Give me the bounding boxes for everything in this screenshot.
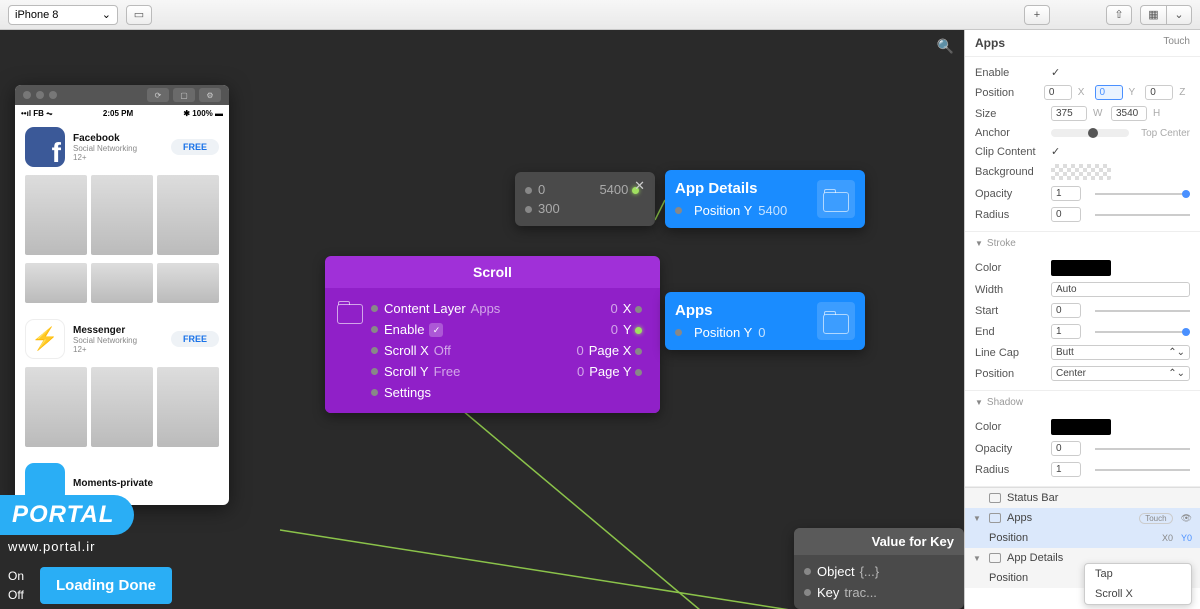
get-button[interactable]: FREE	[171, 331, 219, 347]
position-z-field[interactable]: 0	[1145, 85, 1173, 100]
shadow-color-swatch[interactable]	[1051, 419, 1111, 435]
node-apps[interactable]: Apps Position Y0	[665, 292, 865, 350]
radius-field[interactable]: 0	[1051, 207, 1081, 222]
gear-icon[interactable]: ⚙	[199, 88, 221, 102]
share-button[interactable]: ⇧	[1106, 5, 1132, 25]
stroke-position-select[interactable]: Center⌃⌄	[1051, 366, 1190, 381]
get-button[interactable]: FREE	[171, 139, 219, 155]
opacity-field[interactable]: 1	[1051, 186, 1081, 201]
stroke-start-slider[interactable]	[1095, 310, 1190, 312]
stroke-end-slider[interactable]	[1095, 331, 1190, 333]
stroke-color-swatch[interactable]	[1051, 260, 1111, 276]
add-button[interactable]: +	[1024, 5, 1050, 25]
folder-icon	[337, 304, 363, 324]
on-off-label: OnOff	[0, 563, 32, 609]
position-y-field[interactable]: 0	[1095, 85, 1123, 100]
orientation-button[interactable]: ▭	[126, 5, 152, 25]
refresh-icon[interactable]: ⟳	[147, 88, 169, 102]
height-field[interactable]: 3540	[1111, 106, 1147, 121]
position-x-field[interactable]: 0	[1044, 85, 1072, 100]
shadow-radius-slider[interactable]	[1095, 469, 1190, 471]
width-field[interactable]: 375	[1051, 106, 1087, 121]
close-icon[interactable]: ✕	[634, 178, 645, 194]
watermark: PORTAL www.portal.ir	[0, 495, 134, 554]
camera-icon[interactable]: ▢	[173, 88, 195, 102]
radius-slider[interactable]	[1095, 214, 1190, 216]
loading-badge: Loading Done	[40, 567, 172, 604]
layer-row[interactable]: PositionX0Y0	[965, 528, 1200, 548]
shadow-radius-field[interactable]: 1	[1051, 462, 1081, 477]
stroke-width-select[interactable]: Auto	[1051, 282, 1190, 297]
node-value[interactable]: ✕ 05400 300	[515, 172, 655, 226]
enable-checkbox[interactable]: ✓	[1051, 66, 1060, 79]
shadow-opacity-slider[interactable]	[1095, 448, 1190, 450]
view-segmented[interactable]: ▦⌄	[1140, 5, 1192, 25]
node-value-for-key[interactable]: Value for Key Object{...} Keytrac...	[794, 528, 964, 609]
canvas[interactable]: 🔍 ⟳ ▢ ⚙ ••ıl FB ⏦ 2:05 PM ✱ 100% ▬ f	[0, 30, 964, 609]
list-item[interactable]: f Facebook Social Networking 12+ FREE	[21, 119, 223, 175]
app-icon: ⚡	[25, 319, 65, 359]
inspector-panel: Apps Touch Enable✓ Position 0X 0Y 0Z Siz…	[964, 30, 1200, 609]
layer-row[interactable]: Status Bar	[965, 488, 1200, 508]
node-scroll[interactable]: Scroll Content LayerApps Enable✓ Scroll …	[325, 256, 660, 413]
stroke-end-field[interactable]: 1	[1051, 324, 1081, 339]
layer-row[interactable]: ▼AppsTouch👁	[965, 508, 1200, 528]
menu-item[interactable]: Tap	[1085, 564, 1191, 584]
inspector-title: Apps	[975, 36, 1005, 50]
opacity-slider[interactable]	[1095, 193, 1190, 195]
app-icon: f	[25, 127, 65, 167]
stroke-start-field[interactable]: 0	[1051, 303, 1081, 318]
toolbar: iPhone 8⌄ ▭ + ⇧ ▦⌄	[0, 0, 1200, 30]
menu-item[interactable]: Scroll X	[1085, 584, 1191, 604]
device-select[interactable]: iPhone 8⌄	[8, 5, 118, 25]
folder-icon	[823, 314, 849, 334]
folder-icon	[823, 192, 849, 212]
list-item[interactable]: ⚡ Messenger Social Networking 12+ FREE	[21, 311, 223, 367]
linecap-select[interactable]: Butt⌃⌄	[1051, 345, 1190, 360]
layer-icon	[989, 493, 1001, 503]
clip-checkbox[interactable]: ✓	[1051, 145, 1060, 158]
node-app-details[interactable]: App Details Position Y5400	[665, 170, 865, 228]
folder-icon	[989, 513, 1001, 523]
shadow-opacity-field[interactable]: 0	[1051, 441, 1081, 456]
preview-window: ⟳ ▢ ⚙ ••ıl FB ⏦ 2:05 PM ✱ 100% ▬ f Faceb…	[15, 85, 229, 505]
background-swatch[interactable]	[1051, 164, 1111, 180]
chevron-icon: ⌄	[102, 8, 111, 21]
folder-icon	[989, 553, 1001, 563]
context-popup[interactable]: Tap Scroll X	[1084, 563, 1192, 605]
search-icon[interactable]: 🔍	[937, 38, 954, 55]
anchor-slider[interactable]	[1051, 129, 1129, 137]
